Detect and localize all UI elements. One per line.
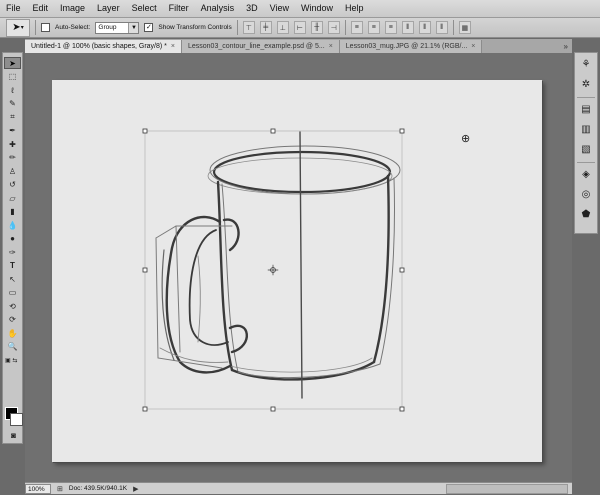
align-vcenter-icon[interactable]: ╪ [259, 21, 272, 34]
eraser-tool-icon[interactable]: ▱ [4, 192, 21, 204]
close-icon[interactable]: × [329, 43, 333, 50]
clone-source-icon[interactable]: ✲ [577, 77, 595, 91]
3d-rotate-tool-icon[interactable]: ⟲ [4, 300, 21, 312]
divider [344, 20, 346, 35]
3d-orbit-tool-icon[interactable]: ⟳ [4, 314, 21, 326]
close-icon[interactable]: × [471, 43, 475, 50]
document-tab-label: Untitled-1 @ 100% (basic shapes, Gray/8)… [31, 43, 167, 50]
document-tabs: Untitled-1 @ 100% (basic shapes, Gray/8)… [25, 39, 572, 53]
healing-brush-tool-icon[interactable]: ✚ [4, 138, 21, 150]
distribute-right-icon[interactable]: ⦀ [435, 21, 448, 34]
actions-panel-icon[interactable]: ▥ [577, 122, 595, 136]
auto-select-label: Auto-Select: [55, 24, 91, 31]
path-selection-tool-icon[interactable]: ↖ [4, 273, 21, 285]
document-tab[interactable]: Lesson03_contour_line_example.psd @ 5...… [181, 40, 340, 53]
distribute-vcenter-icon[interactable]: ≡ [367, 21, 380, 34]
menu-view[interactable]: View [264, 0, 295, 17]
align-hcenter-icon[interactable]: ╫ [310, 21, 323, 34]
history-brush-tool-icon[interactable]: ↺ [4, 179, 21, 191]
menu-analysis[interactable]: Analysis [195, 0, 241, 17]
panel-dock: ⚘ ✲ ▤ ▥ ▧ ◈ ◎ ⬟ [574, 52, 598, 234]
document-tab[interactable]: Lesson03_mug.JPG @ 21.1% (RGB/... × [339, 40, 483, 53]
chevron-down-icon: ▼ [128, 22, 139, 33]
lasso-tool-icon[interactable]: ℓ [4, 84, 21, 96]
auto-align-layers-icon[interactable]: ▦ [458, 21, 471, 34]
channels-panel-icon[interactable]: ◎ [577, 187, 595, 201]
auto-select-target-dropdown[interactable]: Group ▼ [95, 21, 140, 34]
move-tool-icon[interactable]: ➤ [4, 57, 21, 69]
document-workspace[interactable]: ⊕ [25, 53, 572, 482]
document-tab-label: Lesson03_contour_line_example.psd @ 5... [187, 43, 325, 50]
menu-file[interactable]: File [0, 0, 27, 17]
quick-select-tool-icon[interactable]: ✎ [4, 98, 21, 110]
pen-tool-icon[interactable]: ✑ [4, 246, 21, 258]
menu-window[interactable]: Window [295, 0, 339, 17]
menu-filter[interactable]: Filter [163, 0, 195, 17]
gradient-tool-icon[interactable]: ▮ [4, 206, 21, 218]
play-arrow-icon[interactable]: ▶ [133, 485, 138, 493]
align-left-icon[interactable]: ⊢ [293, 21, 306, 34]
move-tool-icon: ➤ [12, 22, 21, 33]
divider [452, 20, 454, 35]
status-bar: 100% ⊞ Doc: 439.5K/940.1K ▶ [25, 482, 572, 494]
tool-preset-picker[interactable]: ➤ ▾ [6, 18, 30, 37]
divider [35, 20, 36, 35]
menu-edit[interactable]: Edit [27, 0, 55, 17]
menu-image[interactable]: Image [54, 0, 91, 17]
brush-presets-icon[interactable]: ⚘ [577, 57, 595, 71]
document-tab-label: Lesson03_mug.JPG @ 21.1% (RGB/... [345, 43, 468, 50]
horizontal-scrollbar[interactable] [446, 483, 568, 494]
eyedropper-tool-icon[interactable]: ✒ [4, 125, 21, 137]
info-panel-icon[interactable]: ▧ [577, 142, 595, 156]
shape-tool-icon[interactable]: ▭ [4, 287, 21, 299]
close-icon[interactable]: × [171, 43, 175, 50]
document-canvas[interactable]: ⊕ [52, 80, 542, 462]
auto-select-target-value: Group [98, 24, 117, 31]
marquee-tool-icon[interactable]: ⬚ [4, 71, 21, 83]
document-size-info: Doc: 439.5K/940.1K [68, 485, 128, 492]
type-tool-icon[interactable]: T [4, 260, 21, 272]
menu-help[interactable]: Help [339, 0, 370, 17]
dodge-tool-icon[interactable]: ● [4, 233, 21, 245]
menu-bar: File Edit Image Layer Select Filter Analysis 3D… [0, 0, 600, 18]
brush-tool-icon[interactable]: ✏ [4, 152, 21, 164]
history-panel-icon[interactable]: ▤ [577, 102, 595, 116]
align-bottom-icon[interactable]: ⊥ [276, 21, 289, 34]
more-tabs-button[interactable]: » [560, 40, 572, 53]
layers-panel-icon[interactable]: ◈ [577, 167, 595, 181]
zoom-in-icon: ⊕ [461, 133, 471, 145]
menu-3d[interactable]: 3D [240, 0, 264, 17]
blur-tool-icon[interactable]: 💧 [4, 219, 21, 231]
paths-panel-icon[interactable]: ⬟ [577, 207, 595, 221]
align-right-icon[interactable]: ⊣ [327, 21, 340, 34]
menu-select[interactable]: Select [126, 0, 163, 17]
distribute-bottom-icon[interactable]: ≡ [384, 21, 397, 34]
distribute-hcenter-icon[interactable]: ⦀ [418, 21, 431, 34]
divider [577, 162, 595, 163]
menu-layer[interactable]: Layer [91, 0, 126, 17]
background-color-swatch[interactable] [10, 413, 23, 426]
zoom-level-field[interactable]: 100% [25, 483, 51, 494]
status-menu-arrow-icon[interactable]: ⊞ [57, 485, 63, 493]
distribute-top-icon[interactable]: ≡ [350, 21, 363, 34]
align-top-icon[interactable]: ⊤ [242, 21, 255, 34]
distribute-left-icon[interactable]: ⦀ [401, 21, 414, 34]
zoom-tool-icon[interactable]: 🔍 [4, 341, 21, 353]
divider [577, 97, 595, 98]
quick-mask-icon[interactable]: ◙ [5, 429, 22, 441]
clone-stamp-tool-icon[interactable]: ♙ [4, 165, 21, 177]
auto-select-checkbox[interactable] [41, 23, 50, 32]
tools-panel: ➤ ⬚ ℓ ✎ ⌗ ✒ ✚ ✏ ♙ ↺ ▱ ▮ 💧 ● ✑ T ↖ ▭ ⟲ ⟳ … [2, 52, 23, 444]
hand-tool-icon[interactable]: ✋ [4, 327, 21, 339]
document-tab[interactable]: Untitled-1 @ 100% (basic shapes, Gray/8)… [25, 40, 182, 53]
options-bar: ➤▾ Auto-Select: Group ▼ Show Transform C… [0, 18, 600, 38]
default-colors-icon[interactable]: ▣ ⇆ [3, 354, 22, 366]
crop-tool-icon[interactable]: ⌗ [4, 111, 21, 123]
show-transform-label: Show Transform Controls [158, 24, 232, 31]
show-transform-checkbox[interactable] [144, 23, 154, 32]
divider [236, 20, 238, 35]
